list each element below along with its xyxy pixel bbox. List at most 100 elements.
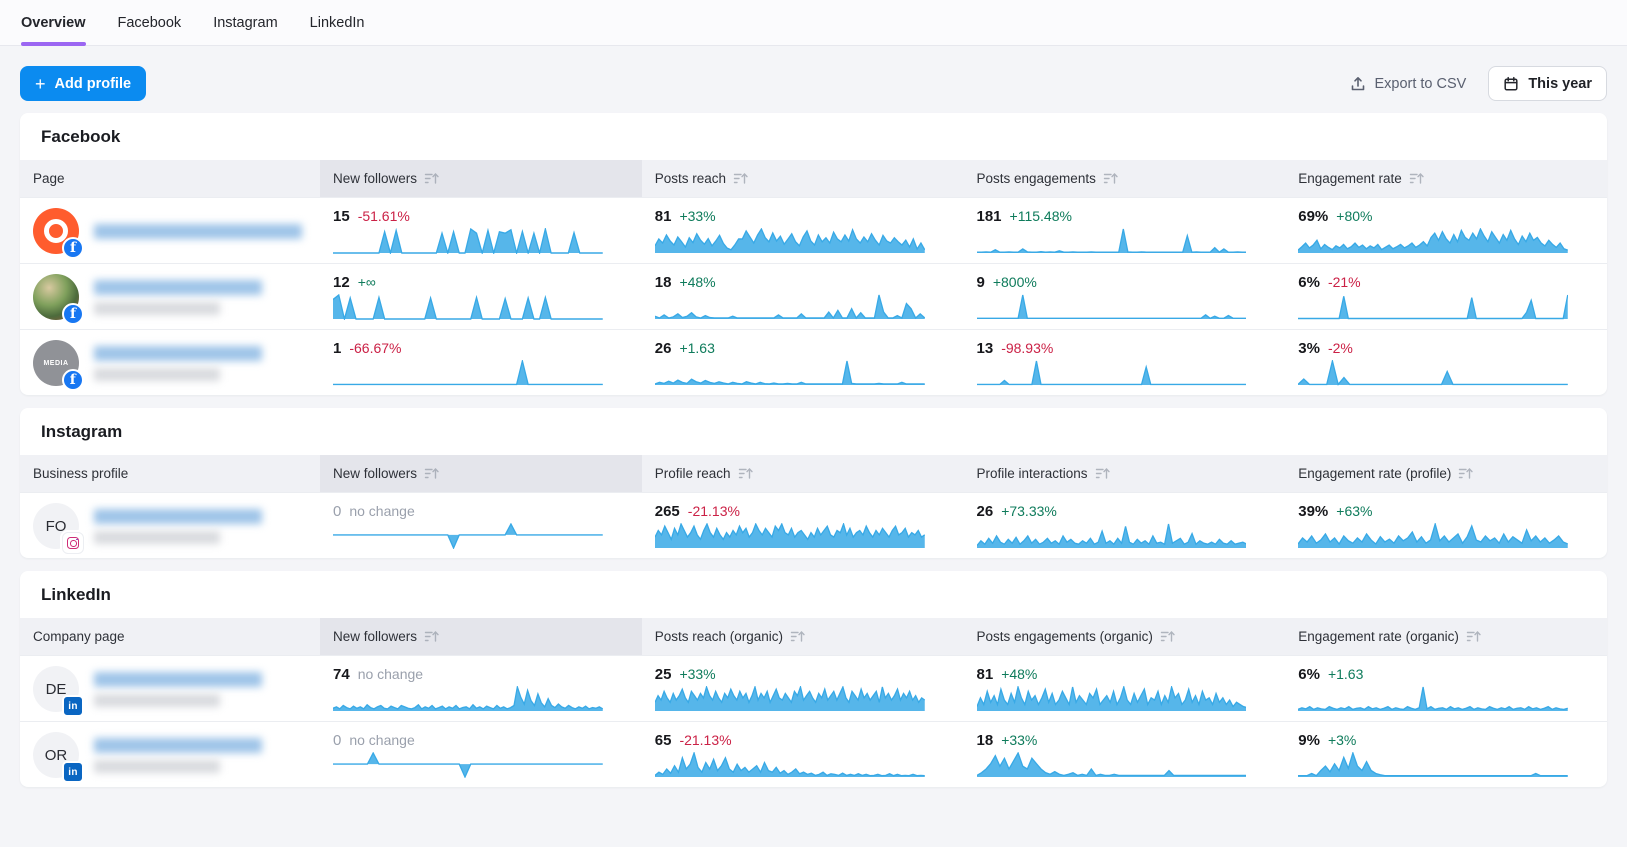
redacted-name-line <box>94 368 220 381</box>
sort-icon <box>424 172 439 185</box>
redacted-profile-name <box>94 224 302 239</box>
column-header-profile-reach[interactable]: Profile reach <box>642 455 964 492</box>
tab-overview[interactable]: Overview <box>21 0 86 45</box>
profile-cell[interactable]: f <box>20 198 320 263</box>
metric-value-line: 39%+63% <box>1298 503 1594 520</box>
column-header-posts-engagements[interactable]: Posts engagements <box>964 160 1286 197</box>
column-header-profile-interactions[interactable]: Profile interactions <box>964 455 1286 492</box>
metric-delta: +48% <box>679 274 715 290</box>
column-header-label: Posts engagements <box>977 171 1096 186</box>
metric-value: 6% <box>1298 274 1320 291</box>
metric-value: 81 <box>977 666 994 683</box>
column-header-label: New followers <box>333 629 417 644</box>
profile-avatar: f <box>33 208 79 254</box>
column-header-posts-reach-organic[interactable]: Posts reach (organic) <box>642 618 964 655</box>
column-header-new-followers[interactable]: New followers <box>320 160 642 197</box>
sparkline-chart <box>655 523 925 549</box>
tab-linkedin[interactable]: LinkedIn <box>310 0 365 45</box>
tab-label: Facebook <box>118 15 182 31</box>
metric-cell-profile-interactions: 26+73.33% <box>964 493 1286 558</box>
metric-cell-posts-reach-organic: 25+33% <box>642 656 964 721</box>
sparkline-chart <box>1298 523 1568 549</box>
metric-value-line: 18+33% <box>977 732 1273 749</box>
metric-value-line: 26+1.63 <box>655 340 951 357</box>
column-header-label: New followers <box>333 171 417 186</box>
date-range-button[interactable]: This year <box>1488 66 1607 101</box>
linkedin-badge-icon: in <box>62 761 84 783</box>
metric-delta: no change <box>358 666 423 682</box>
metric-value-line: 69%+80% <box>1298 208 1594 225</box>
table-row: DEin 74 no change 25+33% 81+48% 6%+1.63 <box>20 655 1607 721</box>
sparkline-chart <box>977 228 1247 254</box>
date-range-label: This year <box>1528 76 1592 92</box>
facebook-badge-icon: f <box>62 369 84 391</box>
sort-icon <box>1409 172 1424 185</box>
export-csv-label: Export to CSV <box>1374 76 1466 92</box>
metric-value-line: 81+33% <box>655 208 951 225</box>
tab-label: Instagram <box>213 15 277 31</box>
sparkline-chart <box>333 686 603 712</box>
profile-cell[interactable]: FO <box>20 493 320 558</box>
metric-cell-profile-reach: 265 -21.13% <box>642 493 964 558</box>
sparkline-chart <box>333 523 603 549</box>
metric-cell-engagement-rate-profile: 39%+63% <box>1285 493 1607 558</box>
redacted-name-line <box>94 346 262 361</box>
profile-cell[interactable]: f <box>20 264 320 329</box>
column-header-new-followers[interactable]: New followers <box>320 618 642 655</box>
metric-delta: +1.63 <box>1328 666 1363 682</box>
metric-cell-new-followers: 0no change <box>320 493 642 558</box>
redacted-name-line <box>94 302 220 315</box>
metric-cell-engagement-rate: 3%-2% <box>1285 330 1607 395</box>
metric-value-line: 9+800% <box>977 274 1273 291</box>
metric-value: 1 <box>333 340 341 357</box>
sparkline-chart <box>333 294 603 320</box>
profile-cell[interactable]: ORin <box>20 722 320 787</box>
profile-cell[interactable]: MEDIAf <box>20 330 320 395</box>
metric-value-line: 9%+3% <box>1298 732 1594 749</box>
sort-icon <box>738 467 753 480</box>
sparkline-chart <box>333 360 603 386</box>
metric-delta: +33% <box>679 666 715 682</box>
tab-facebook[interactable]: Facebook <box>118 0 182 45</box>
metric-cell-new-followers: 12+∞ <box>320 264 642 329</box>
metric-value: 81 <box>655 208 672 225</box>
metric-value-line: 81+48% <box>977 666 1273 683</box>
metric-value-line: 6%-21% <box>1298 274 1594 291</box>
sparkline-chart <box>1298 360 1568 386</box>
metric-value: 0 <box>333 503 341 520</box>
metric-value: 9% <box>1298 732 1320 749</box>
sparkline-chart <box>655 360 925 386</box>
metric-value: 65 <box>655 732 672 749</box>
metric-value: 13 <box>977 340 994 357</box>
tab-instagram[interactable]: Instagram <box>213 0 277 45</box>
export-csv-button[interactable]: Export to CSV <box>1350 76 1466 92</box>
column-header-posts-engagements-organic[interactable]: Posts engagements (organic) <box>964 618 1286 655</box>
metric-cell-posts-engagements-organic: 81+48% <box>964 656 1286 721</box>
section-title: Instagram <box>20 408 1607 455</box>
sparkline-chart <box>977 294 1247 320</box>
facebook-badge-icon: f <box>62 303 84 325</box>
metric-value: 265 <box>655 503 680 520</box>
column-header-label: Engagement rate (profile) <box>1298 466 1451 481</box>
column-header-engagement-rate-organic[interactable]: Engagement rate (organic) <box>1285 618 1607 655</box>
metric-delta: -21.13% <box>688 503 740 519</box>
avatar-text: FO <box>46 518 67 535</box>
metric-cell-new-followers: 74 no change <box>320 656 642 721</box>
profile-cell[interactable]: DEin <box>20 656 320 721</box>
column-header-engagement-rate-profile[interactable]: Engagement rate (profile) <box>1285 455 1607 492</box>
metric-value-line: 65-21.13% <box>655 732 951 749</box>
column-header-engagement-rate[interactable]: Engagement rate <box>1285 160 1607 197</box>
column-header-posts-reach[interactable]: Posts reach <box>642 160 964 197</box>
column-header-label: Engagement rate (organic) <box>1298 629 1459 644</box>
add-profile-button[interactable]: + Add profile <box>20 66 146 101</box>
metric-value: 26 <box>977 503 994 520</box>
sections-container: FacebookPageNew followersPosts reachPost… <box>0 113 1627 787</box>
metric-value: 181 <box>977 208 1002 225</box>
metric-cell-engagement-rate-organic: 6%+1.63 <box>1285 656 1607 721</box>
metric-cell-posts-engagements: 181+115.48% <box>964 198 1286 263</box>
column-header-new-followers[interactable]: New followers <box>320 455 642 492</box>
tab-label: Overview <box>21 15 86 31</box>
redacted-name-line <box>94 280 262 295</box>
metric-cell-new-followers: 0no change <box>320 722 642 787</box>
metric-value: 74 <box>333 666 350 683</box>
